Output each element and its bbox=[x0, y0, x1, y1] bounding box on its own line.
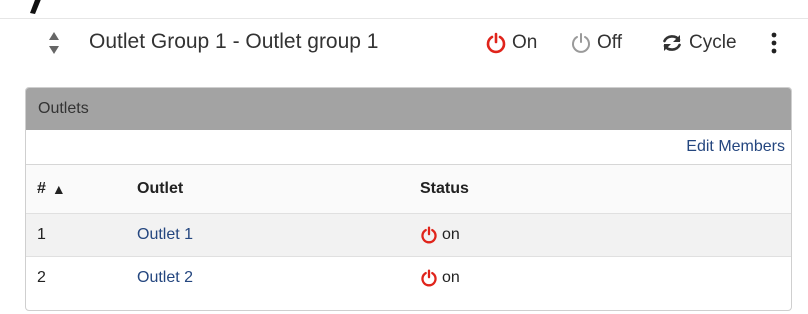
column-header-number[interactable]: # ▲ bbox=[37, 165, 66, 213]
outlets-panel-header: Outlets bbox=[26, 88, 791, 130]
power-on-label: On bbox=[512, 32, 538, 53]
status-text: on bbox=[442, 226, 460, 243]
refresh-icon bbox=[663, 35, 681, 51]
group-title: Outlet Group 1 - Outlet group 1 bbox=[89, 30, 379, 53]
column-header-outlet[interactable]: Outlet bbox=[137, 165, 183, 213]
table-row: 1 Outlet 1 on bbox=[26, 214, 791, 257]
group-header: Outlet Group 1 - Outlet group 1 On Off C bbox=[0, 18, 808, 69]
row-number: 2 bbox=[37, 269, 46, 286]
status-cell: on bbox=[420, 257, 460, 299]
pointer-mark bbox=[30, 0, 41, 14]
outlet-link[interactable]: Outlet 1 bbox=[137, 214, 193, 256]
panel-title: Outlets bbox=[38, 100, 89, 117]
table-row: 2 Outlet 2 on bbox=[26, 257, 791, 299]
power-on-status-icon bbox=[421, 226, 437, 244]
power-cycle-label: Cycle bbox=[689, 32, 737, 53]
column-header-status[interactable]: Status bbox=[420, 165, 469, 213]
power-icon bbox=[486, 32, 506, 54]
power-on-button[interactable]: On bbox=[485, 29, 537, 57]
outlet-group-page: Outlet Group 1 - Outlet group 1 On Off C bbox=[0, 0, 808, 314]
sort-handle-icon[interactable] bbox=[47, 29, 61, 57]
sort-ascending-icon: ▲ bbox=[51, 181, 66, 197]
kebab-menu-icon[interactable] bbox=[768, 31, 780, 55]
edit-members-link[interactable]: Edit Members bbox=[686, 138, 785, 156]
power-off-label: Off bbox=[597, 32, 622, 53]
power-cycle-button[interactable]: Cycle bbox=[660, 29, 737, 57]
outlet-link[interactable]: Outlet 2 bbox=[137, 257, 193, 299]
column-number-label: # bbox=[37, 180, 46, 197]
row-number: 1 bbox=[37, 226, 46, 243]
status-text: on bbox=[442, 269, 460, 286]
power-on-status-icon bbox=[421, 269, 437, 287]
table-header-row: # ▲ Outlet Status bbox=[26, 165, 791, 214]
outlets-panel: Outlets Edit Members # ▲ Outlet Status 1… bbox=[25, 87, 792, 311]
status-cell: on bbox=[420, 214, 460, 256]
power-off-button[interactable]: Off bbox=[570, 29, 622, 57]
power-icon bbox=[572, 33, 590, 53]
panel-toolbar: Edit Members bbox=[26, 130, 791, 165]
